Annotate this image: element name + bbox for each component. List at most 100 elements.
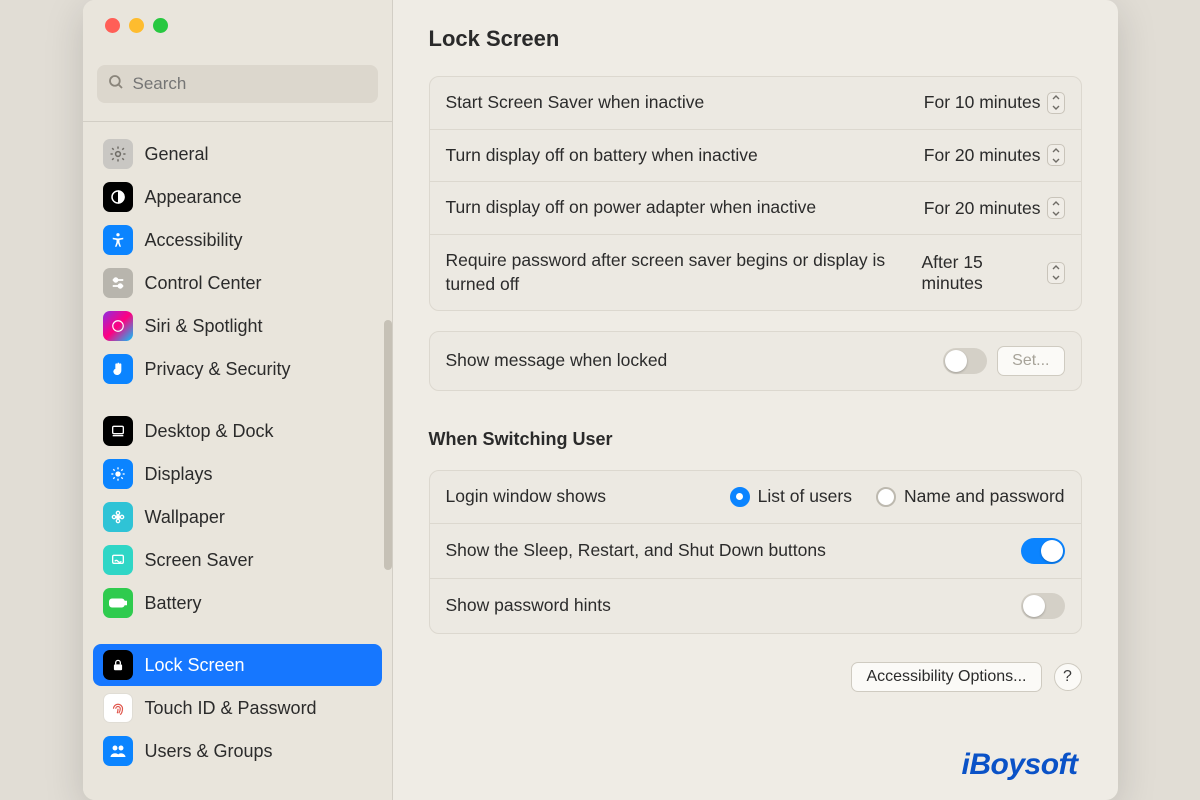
setting-row-require-password: Require password after screen saver begi… [430, 235, 1081, 310]
switching-user-card: Login window shows List of users Name an… [429, 470, 1082, 634]
sidebar-item-label: Touch ID & Password [145, 698, 317, 719]
setting-label: Turn display off on power adapter when i… [446, 196, 817, 220]
sidebar-item-wallpaper[interactable]: Wallpaper [93, 496, 382, 538]
sidebar-item-screen-saver[interactable]: Screen Saver [93, 539, 382, 581]
accessibility-icon [103, 225, 133, 255]
main-content: Lock Screen Start Screen Saver when inac… [393, 0, 1118, 800]
sidebar-item-label: General [145, 144, 209, 165]
radio-label: Name and password [904, 486, 1065, 507]
dock-icon [103, 416, 133, 446]
login-window-radio-group: List of users Name and password [730, 486, 1065, 507]
set-lock-message-button[interactable]: Set... [997, 346, 1064, 376]
setting-row-login-window: Login window shows List of users Name an… [430, 471, 1081, 524]
sleep-buttons-toggle[interactable] [1021, 538, 1065, 564]
sidebar-item-label: Appearance [145, 187, 242, 208]
setting-label: Show the Sleep, Restart, and Shut Down b… [446, 539, 826, 563]
brightness-icon [103, 459, 133, 489]
lock-screen-settings-card: Start Screen Saver when inactive For 10 … [429, 76, 1082, 311]
help-icon: ? [1063, 668, 1072, 686]
setting-label: Require password after screen saver begi… [446, 249, 906, 296]
sidebar-item-control-center[interactable]: Control Center [93, 262, 382, 304]
sidebar-item-label: Screen Saver [145, 550, 254, 571]
setting-row-password-hints: Show password hints [430, 579, 1081, 633]
setting-row-lock-message: Show message when locked Set... [430, 332, 1081, 390]
sidebar-item-appearance[interactable]: Appearance [93, 176, 382, 218]
footer-actions: Accessibility Options... ? [429, 662, 1082, 692]
sidebar-scrollbar[interactable] [384, 320, 392, 570]
maximize-window-button[interactable] [153, 18, 168, 33]
popup-value: After 15 minutes [922, 252, 1042, 294]
page-title: Lock Screen [429, 26, 1082, 52]
search-icon [107, 73, 125, 96]
close-window-button[interactable] [105, 18, 120, 33]
screen-saver-timeout-popup[interactable]: For 10 minutes [924, 92, 1065, 114]
control-center-icon [103, 268, 133, 298]
radio-option-list-of-users[interactable]: List of users [730, 486, 852, 507]
watermark-logo: iBoysoft [962, 748, 1078, 782]
help-button[interactable]: ? [1054, 663, 1082, 691]
sidebar-item-label: Accessibility [145, 230, 243, 251]
sidebar-item-privacy-security[interactable]: Privacy & Security [93, 348, 382, 390]
sidebar-item-siri-spotlight[interactable]: Siri & Spotlight [93, 305, 382, 347]
lock-message-card: Show message when locked Set... [429, 331, 1082, 391]
display-battery-timeout-popup[interactable]: For 20 minutes [924, 144, 1065, 166]
sidebar: General Appearance Accessibility Control… [83, 0, 393, 800]
radio-icon [730, 487, 750, 507]
setting-label: Show message when locked [446, 349, 668, 373]
sidebar-item-lock-screen[interactable]: Lock Screen [93, 644, 382, 686]
popup-value: For 10 minutes [924, 92, 1041, 113]
search-field[interactable] [97, 65, 378, 103]
sidebar-item-general[interactable]: General [93, 133, 382, 175]
gear-icon [103, 139, 133, 169]
setting-label: Login window shows [446, 485, 607, 509]
fingerprint-icon [103, 693, 133, 723]
setting-row-screen-saver: Start Screen Saver when inactive For 10 … [430, 77, 1081, 130]
users-icon [103, 736, 133, 766]
sidebar-item-label: Battery [145, 593, 202, 614]
sidebar-item-label: Privacy & Security [145, 359, 291, 380]
sidebar-list: General Appearance Accessibility Control… [83, 128, 392, 800]
setting-row-display-battery: Turn display off on battery when inactiv… [430, 130, 1081, 183]
sidebar-item-label: Lock Screen [145, 655, 245, 676]
chevron-up-down-icon [1047, 144, 1065, 166]
sidebar-item-label: Siri & Spotlight [145, 316, 263, 337]
minimize-window-button[interactable] [129, 18, 144, 33]
popup-value: For 20 minutes [924, 198, 1041, 219]
radio-label: List of users [758, 486, 852, 507]
require-password-timeout-popup[interactable]: After 15 minutes [922, 252, 1065, 294]
radio-icon [876, 487, 896, 507]
chevron-up-down-icon [1047, 92, 1065, 114]
search-input[interactable] [133, 74, 368, 94]
sidebar-item-label: Wallpaper [145, 507, 225, 528]
sidebar-item-label: Users & Groups [145, 741, 273, 762]
siri-icon [103, 311, 133, 341]
lock-message-toggle[interactable] [943, 348, 987, 374]
sidebar-item-touch-id-password[interactable]: Touch ID & Password [93, 687, 382, 729]
screensaver-icon [103, 545, 133, 575]
traffic-lights [83, 0, 392, 33]
battery-icon [103, 588, 133, 618]
sidebar-item-label: Control Center [145, 273, 262, 294]
setting-label: Start Screen Saver when inactive [446, 91, 705, 115]
sidebar-divider [83, 121, 392, 122]
flower-icon [103, 502, 133, 532]
display-adapter-timeout-popup[interactable]: For 20 minutes [924, 197, 1065, 219]
accessibility-options-button[interactable]: Accessibility Options... [851, 662, 1041, 692]
chevron-up-down-icon [1047, 262, 1064, 284]
setting-label: Show password hints [446, 594, 611, 618]
chevron-up-down-icon [1047, 197, 1065, 219]
hand-icon [103, 354, 133, 384]
sidebar-item-accessibility[interactable]: Accessibility [93, 219, 382, 261]
sidebar-item-label: Displays [145, 464, 213, 485]
setting-row-sleep-buttons: Show the Sleep, Restart, and Shut Down b… [430, 524, 1081, 579]
sidebar-item-desktop-dock[interactable]: Desktop & Dock [93, 410, 382, 452]
radio-option-name-password[interactable]: Name and password [876, 486, 1065, 507]
password-hints-toggle[interactable] [1021, 593, 1065, 619]
sidebar-item-battery[interactable]: Battery [93, 582, 382, 624]
appearance-icon [103, 182, 133, 212]
sidebar-item-users-groups[interactable]: Users & Groups [93, 730, 382, 772]
section-title-switching-user: When Switching User [429, 429, 1082, 450]
setting-row-display-adapter: Turn display off on power adapter when i… [430, 182, 1081, 235]
setting-label: Turn display off on battery when inactiv… [446, 144, 758, 168]
sidebar-item-displays[interactable]: Displays [93, 453, 382, 495]
